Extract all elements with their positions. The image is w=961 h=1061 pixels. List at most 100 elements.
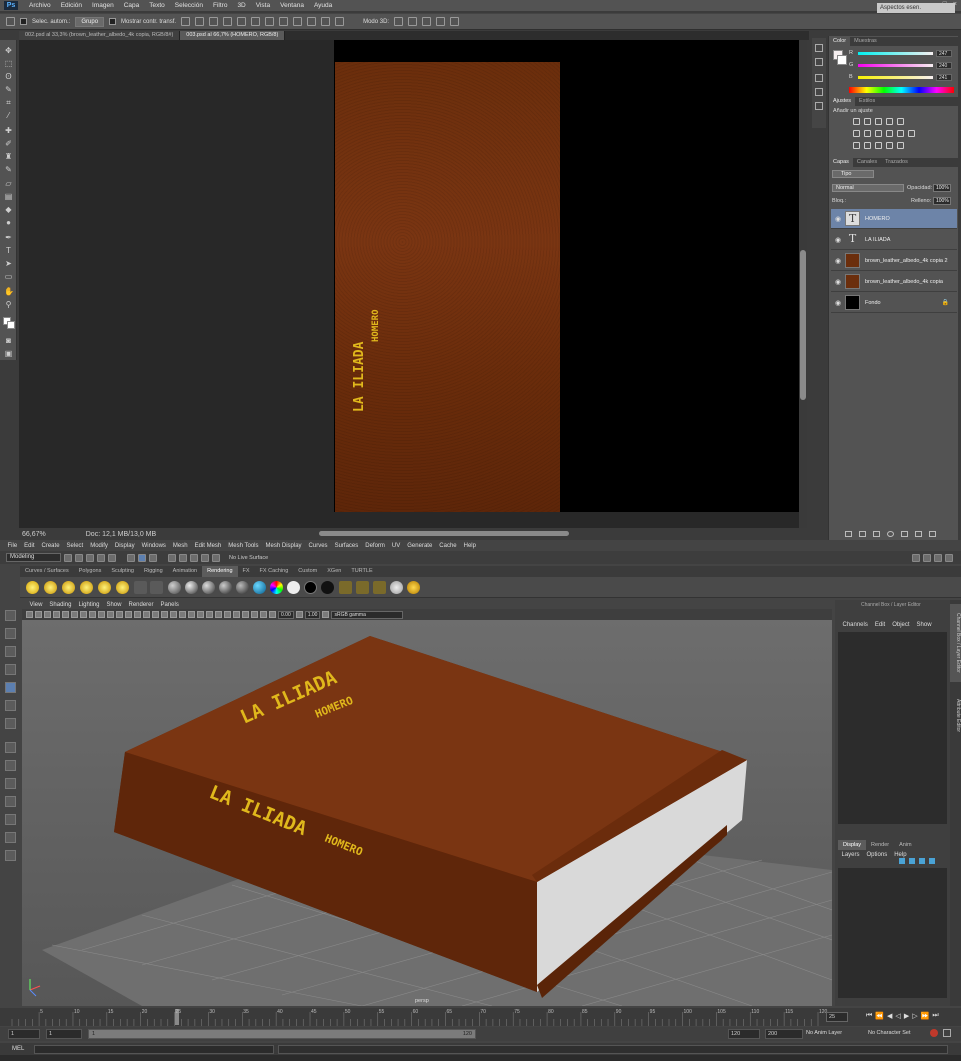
visibility-eye-icon[interactable]: ◉ <box>831 236 845 244</box>
redo-icon[interactable] <box>108 553 116 562</box>
side-tab-attribute-editor[interactable]: Attribute Editor <box>950 686 961 746</box>
select-hierarchy-icon[interactable] <box>127 553 135 562</box>
time-slider[interactable]: 5 10 15 20 25 30 35 40 45 50 55 60 65 70 75 80 85 90 95 100… <box>0 1008 961 1026</box>
ps-menu-filtro[interactable]: Filtro <box>208 2 232 9</box>
maya-menu-surfaces[interactable]: Surfaces <box>331 543 362 549</box>
shelf-tab-sculpting[interactable]: Sculpting <box>106 566 139 577</box>
multisample-icon[interactable] <box>215 611 222 618</box>
phong-icon[interactable] <box>202 581 215 594</box>
move-layer-down-icon[interactable] <box>909 858 915 864</box>
layer-row-leather-copy[interactable]: ◉ brown_leather_albedo_4k copia <box>831 272 957 292</box>
anim-layer-dropdown[interactable]: No Anim Layer <box>806 1030 842 1036</box>
graph-layout-icon[interactable] <box>5 814 16 825</box>
ps-menu-texto[interactable]: Texto <box>144 2 170 9</box>
maya-menu-create[interactable]: Create <box>38 543 63 549</box>
distribute-top-icon[interactable] <box>265 17 275 26</box>
new-scene-icon[interactable] <box>64 553 72 562</box>
panel-menu-shading[interactable]: Shading <box>46 602 75 608</box>
volume-light-icon[interactable] <box>116 581 129 594</box>
layer-row-homero[interactable]: ◉ T HOMERO <box>831 209 957 229</box>
point-light-icon[interactable] <box>62 581 75 594</box>
ps-vertical-scroll-thumb[interactable] <box>800 250 806 400</box>
camera-aim-icon[interactable] <box>150 581 163 594</box>
visibility-eye-icon[interactable]: ◉ <box>831 278 845 286</box>
document-tab[interactable]: 002.psd al 33,3% (brown_leather_albedo_4… <box>19 31 181 40</box>
visibility-eye-icon[interactable]: ◉ <box>831 299 845 307</box>
workspace-dropdown[interactable]: Aspectos esen. <box>877 3 955 13</box>
open-scene-icon[interactable] <box>75 553 83 562</box>
render-settings-icon[interactable] <box>945 553 953 562</box>
maya-menu-curves[interactable]: Curves <box>305 543 331 549</box>
tab-layers[interactable]: Capas <box>829 158 853 167</box>
align-left-icon[interactable] <box>223 17 233 26</box>
distribute-bottom-icon[interactable] <box>293 17 303 26</box>
outliner-layout-icon[interactable] <box>5 796 16 807</box>
scale-tool-icon[interactable] <box>5 700 16 711</box>
lasso-tool-icon[interactable] <box>5 628 16 639</box>
cb-menu-channels[interactable]: Channels <box>839 622 871 632</box>
ipr-render-icon[interactable] <box>934 553 942 562</box>
render-view-shelf-icon[interactable] <box>407 581 420 594</box>
panel-menu-renderer[interactable]: Renderer <box>125 602 157 608</box>
character-panel-icon[interactable] <box>815 74 823 82</box>
single-pane-icon[interactable] <box>5 742 16 753</box>
rotate-tool-icon[interactable] <box>5 682 16 693</box>
grease-pencil-icon[interactable] <box>71 611 78 618</box>
maya-menu-generate[interactable]: Generate <box>404 543 436 549</box>
undo-icon[interactable] <box>97 553 105 562</box>
fx-icon[interactable] <box>859 531 866 537</box>
eyedropper-tool-icon[interactable]: ⁄ <box>4 111 13 120</box>
shelf-tab-rendering[interactable]: Rendering <box>202 566 238 577</box>
ps-menu-archivo[interactable]: Archivo <box>24 2 56 9</box>
quick-mask-icon[interactable]: ◙ <box>4 336 13 345</box>
channel-mixer-icon[interactable] <box>897 130 904 137</box>
le-menu-options[interactable]: Options <box>863 852 891 862</box>
align-center-icon[interactable] <box>237 17 247 26</box>
healing-tool-icon[interactable]: ✚ <box>4 126 13 135</box>
distribute-middle-icon[interactable] <box>279 17 289 26</box>
pen-tool-icon[interactable]: ✒ <box>4 233 13 242</box>
two-pane-icon[interactable] <box>5 778 16 789</box>
distribute-left-icon[interactable] <box>307 17 317 26</box>
gate-mask-icon[interactable] <box>107 611 114 618</box>
tab-color[interactable]: Color <box>829 37 851 46</box>
ps-canvas-area[interactable]: LA ILIADA HOMERO <box>19 40 799 528</box>
ps-menu-ayuda[interactable]: Ayuda <box>309 2 337 9</box>
maya-menu-display[interactable]: Display <box>111 543 138 549</box>
ps-menu-seleccion[interactable]: Selección <box>170 2 208 9</box>
red-value[interactable]: 247 <box>936 49 952 57</box>
black-white-icon[interactable] <box>875 130 882 137</box>
go-to-start-icon[interactable]: ⏮ <box>866 1012 872 1020</box>
visibility-eye-icon[interactable]: ◉ <box>831 215 845 223</box>
resolution-gate-icon[interactable] <box>98 611 105 618</box>
auto-key-icon[interactable] <box>930 1029 938 1037</box>
tab-display[interactable]: Display <box>838 840 867 850</box>
maya-menu-edit[interactable]: Edit <box>21 543 38 549</box>
camera-icon[interactable] <box>134 581 147 594</box>
surface-shader-icon[interactable] <box>287 581 300 594</box>
spot-light-icon[interactable] <box>80 581 93 594</box>
range-end-field[interactable]: 120 <box>728 1029 760 1039</box>
ps-vertical-scrollbar[interactable] <box>799 40 807 528</box>
maya-menu-deform[interactable]: Deform <box>362 543 389 549</box>
display-layers-list[interactable] <box>838 868 947 998</box>
shelf-tab-polygons[interactable]: Polygons <box>74 566 107 577</box>
blend-mode-dropdown[interactable]: Normal <box>832 184 904 192</box>
screen-mode-icon[interactable]: ▣ <box>4 349 13 358</box>
shape-tool-icon[interactable]: ▭ <box>4 272 13 281</box>
command-input[interactable] <box>34 1044 275 1054</box>
wireframe-icon[interactable] <box>143 611 150 618</box>
levels-icon[interactable] <box>864 118 871 125</box>
command-language-label[interactable]: MEL <box>12 1046 24 1052</box>
blue-slider[interactable]: B 241 <box>849 73 954 81</box>
ps-menu-imagen[interactable]: Imagen <box>87 2 119 9</box>
ps-menu-ventana[interactable]: Ventana <box>275 2 309 9</box>
3d-viewport[interactable]: LA ILIADA HOMERO LA ILIADA HOMERO persp <box>22 620 833 1007</box>
auto-select-dropdown[interactable]: Grupo <box>75 16 105 27</box>
snap-point-icon[interactable] <box>190 553 198 562</box>
xray-icon[interactable] <box>242 611 249 618</box>
path-select-tool-icon[interactable]: ➤ <box>4 259 13 268</box>
xray-components-icon[interactable] <box>260 611 267 618</box>
textured-icon[interactable] <box>170 611 177 618</box>
select-camera-icon[interactable] <box>26 611 33 618</box>
